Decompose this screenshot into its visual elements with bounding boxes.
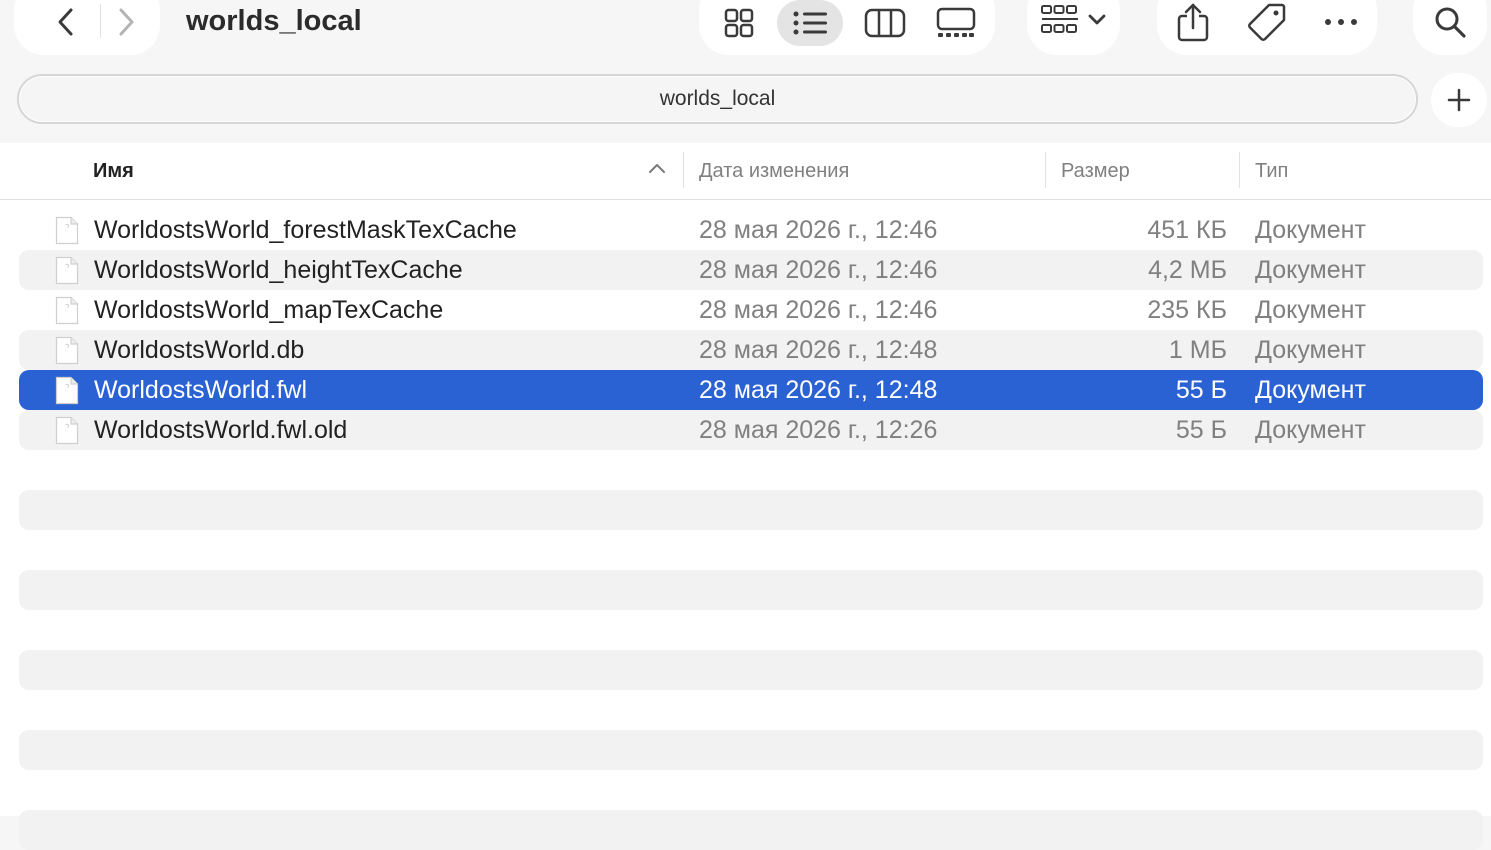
list-view-button[interactable] [777, 0, 843, 46]
file-name: WorldostsWorld_mapTexCache [94, 296, 444, 324]
document-icon [55, 416, 79, 445]
column-header-size[interactable]: Размер [1061, 157, 1130, 185]
forward-button[interactable] [96, 2, 156, 42]
column-divider[interactable] [1045, 152, 1046, 188]
document-icon [55, 296, 79, 325]
file-size: 55 Б [1175, 376, 1227, 404]
file-date: 28 мая 2026 г., 12:48 [699, 336, 938, 364]
search-icon [1430, 2, 1470, 42]
chevron-right-icon [119, 8, 134, 36]
file-row[interactable]: WorldostsWorld_heightTexCache 28 мая 202… [19, 250, 1483, 290]
chevron-down-icon [1085, 8, 1109, 32]
window-title: worlds_local [186, 5, 362, 37]
group-by-button[interactable] [1027, 0, 1120, 55]
file-name: WorldostsWorld_forestMaskTexCache [94, 216, 517, 244]
column-header-kind[interactable]: Тип [1255, 157, 1288, 185]
empty-row [19, 570, 1483, 610]
file-date: 28 мая 2026 г., 12:26 [699, 416, 938, 444]
icon-view-icon [724, 8, 754, 38]
plus-icon [1447, 88, 1471, 112]
path-bar[interactable]: worlds_local [17, 74, 1418, 124]
icon-view-button[interactable] [706, 0, 772, 46]
file-row[interactable]: WorldostsWorld_forestMaskTexCache 28 мая… [19, 210, 1483, 250]
file-date: 28 мая 2026 г., 12:48 [699, 376, 938, 404]
search-button[interactable] [1413, 0, 1487, 55]
empty-row [19, 650, 1483, 690]
document-icon [55, 336, 79, 365]
file-size: 4,2 МБ [1148, 256, 1227, 284]
file-size: 235 КБ [1147, 296, 1227, 324]
toolbar: worlds_local [0, 0, 1491, 62]
file-kind: Документ [1255, 256, 1366, 284]
file-row[interactable]: WorldostsWorld.fwl 28 мая 2026 г., 12:48… [19, 370, 1483, 410]
chevron-up-icon [648, 161, 666, 179]
more-button[interactable] [1319, 0, 1363, 44]
document-icon [55, 216, 79, 245]
share-icon [1177, 3, 1209, 42]
list-view-icon [793, 11, 827, 35]
file-name: WorldostsWorld.fwl [94, 376, 308, 404]
column-divider[interactable] [1239, 152, 1240, 188]
empty-row [19, 490, 1483, 530]
chevron-left-icon [58, 8, 73, 36]
file-size: 55 Б [1175, 416, 1227, 444]
file-row[interactable]: WorldostsWorld.fwl.old 28 мая 2026 г., 1… [19, 410, 1483, 450]
file-date: 28 мая 2026 г., 12:46 [699, 216, 938, 244]
column-view-icon [864, 8, 906, 38]
navigation-group [14, 0, 160, 55]
column-divider[interactable] [683, 152, 684, 188]
view-mode-group [699, 0, 995, 55]
file-date: 28 мая 2026 г., 12:46 [699, 256, 938, 284]
add-tab-button[interactable] [1431, 73, 1487, 127]
share-button[interactable] [1171, 0, 1215, 44]
file-list: Имя Дата изменения Размер Тип WorldostsW… [0, 143, 1491, 850]
path-bar-text: worlds_local [659, 87, 776, 110]
file-size: 1 МБ [1168, 336, 1227, 364]
file-name: WorldostsWorld_heightTexCache [94, 256, 463, 284]
file-kind: Документ [1255, 376, 1366, 404]
more-icon [1325, 19, 1357, 25]
file-kind: Документ [1255, 416, 1366, 444]
file-row[interactable]: WorldostsWorld.db 28 мая 2026 г., 12:48 … [19, 330, 1483, 370]
column-header-name[interactable]: Имя [93, 157, 134, 185]
file-size: 451 КБ [1147, 216, 1227, 244]
column-header: Имя Дата изменения Размер Тип [0, 143, 1491, 200]
file-name: WorldostsWorld.fwl.old [94, 416, 348, 444]
tag-icon [1248, 3, 1286, 41]
group-grid-icon [1039, 2, 1079, 42]
actions-group [1157, 0, 1377, 55]
file-kind: Документ [1255, 296, 1366, 324]
file-name: WorldostsWorld.db [94, 336, 305, 364]
file-kind: Документ [1255, 336, 1366, 364]
gallery-view-icon [936, 7, 976, 37]
file-row[interactable]: WorldostsWorld_mapTexCache 28 мая 2026 г… [19, 290, 1483, 330]
column-view-button[interactable] [852, 0, 918, 46]
column-header-date[interactable]: Дата изменения [699, 157, 849, 185]
gallery-view-button[interactable] [923, 0, 989, 46]
back-button[interactable] [36, 2, 96, 42]
empty-row [19, 810, 1483, 850]
document-icon [55, 376, 79, 405]
tag-button[interactable] [1245, 0, 1289, 44]
file-date: 28 мая 2026 г., 12:46 [699, 296, 938, 324]
document-icon [55, 256, 79, 285]
file-kind: Документ [1255, 216, 1366, 244]
empty-row [19, 730, 1483, 770]
